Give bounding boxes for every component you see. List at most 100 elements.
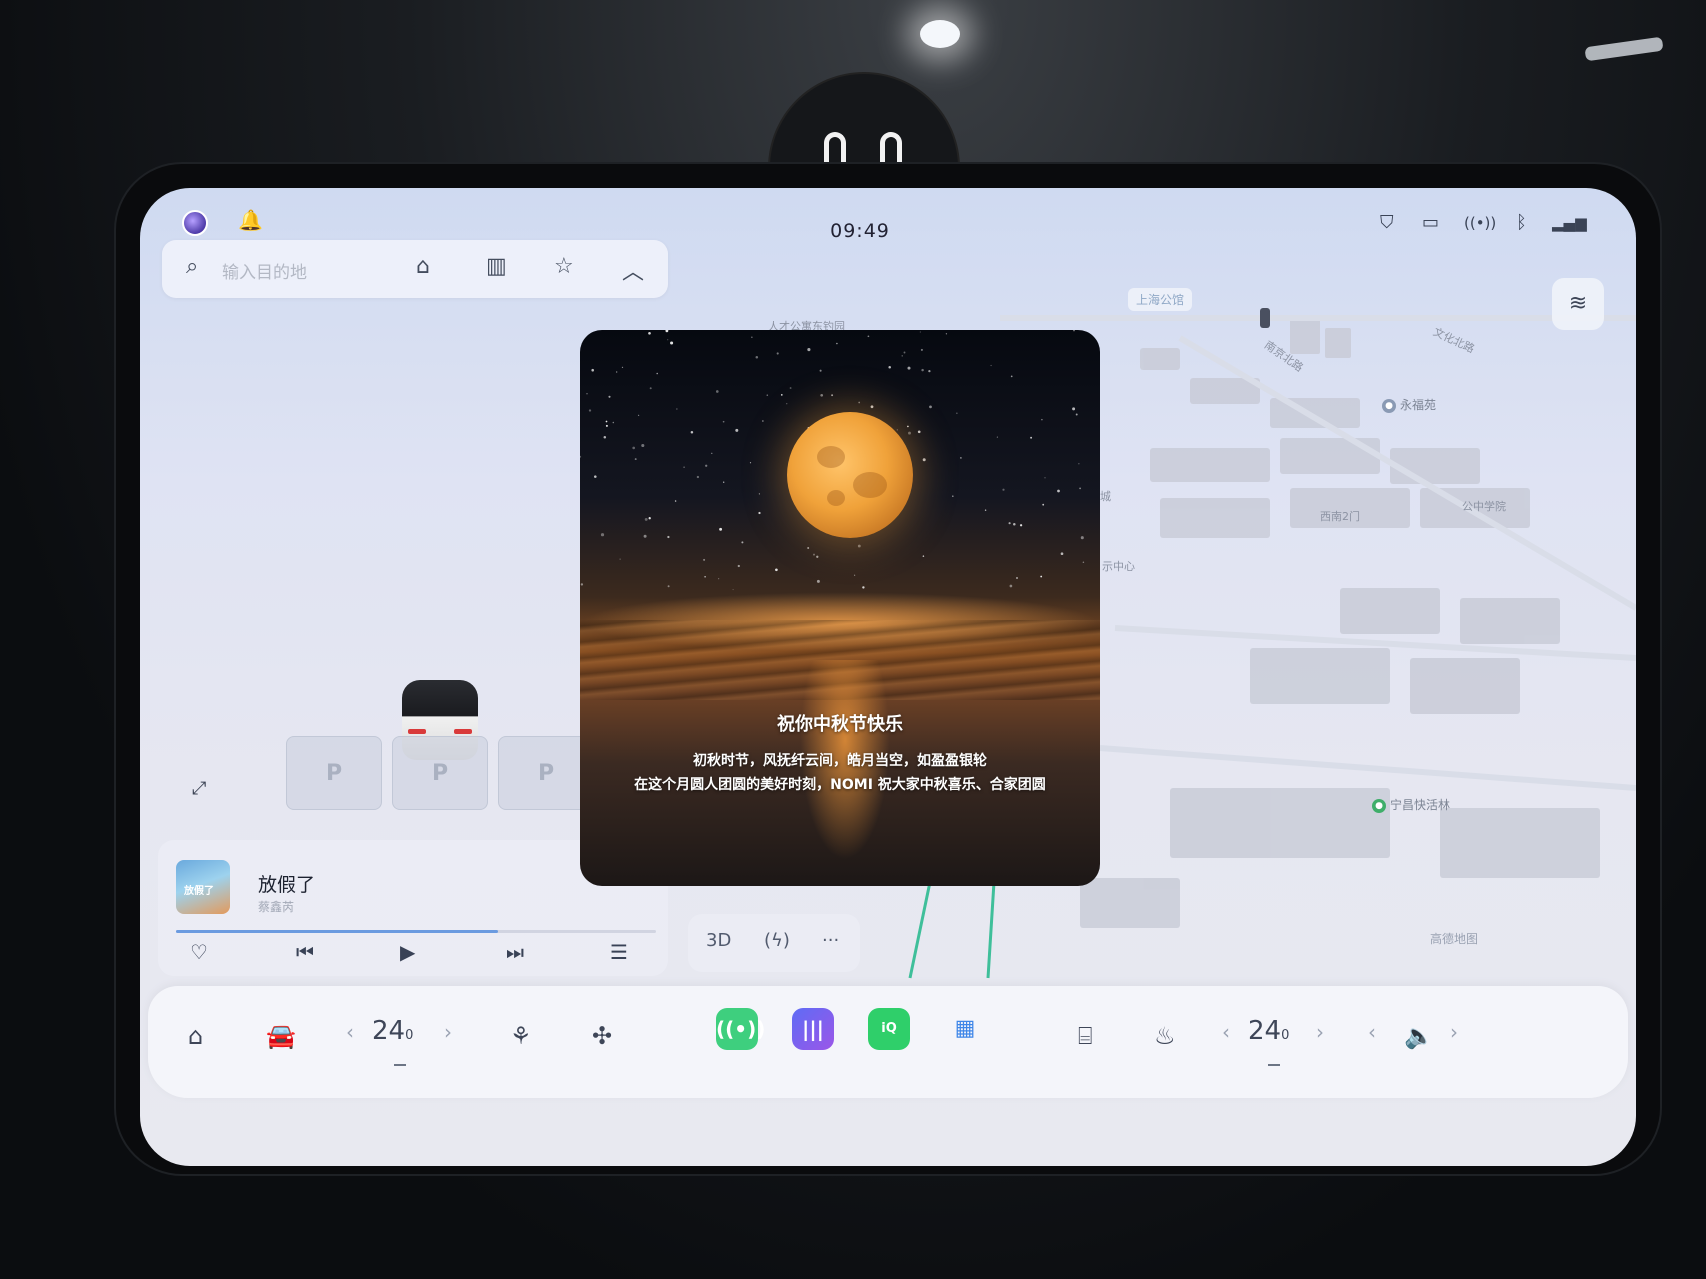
play-icon[interactable]: ▶	[400, 940, 415, 964]
star	[665, 330, 669, 333]
star	[1075, 413, 1078, 416]
star	[1030, 436, 1033, 439]
star	[632, 446, 636, 450]
screen-cast-icon[interactable]: ▭	[1422, 212, 1439, 233]
driver-temp[interactable]: 240	[372, 1016, 413, 1046]
star	[1002, 488, 1005, 491]
passenger-temp-down-button[interactable]: ‹	[1222, 1020, 1230, 1044]
star	[644, 517, 648, 521]
star	[749, 462, 752, 464]
radio-app-icon[interactable]: ((•))	[716, 1008, 765, 1050]
status-bar: 🔔 09:49 ⛉ ▭ ((•)) ᛒ ▂▄▆	[140, 188, 1636, 246]
charging-station-icon[interactable]: (ϟ)	[764, 930, 790, 951]
home-icon[interactable]: ⌂	[416, 254, 430, 279]
parking-slot[interactable]: P	[286, 736, 382, 810]
voice-assistant-icon[interactable]: |||	[792, 1008, 834, 1050]
more-icon[interactable]: ···	[822, 930, 839, 951]
expand-icon[interactable]: ⤢	[192, 778, 206, 799]
star	[1073, 330, 1075, 332]
star	[1010, 375, 1013, 378]
greeting-line: 在这个月圆人团圆的美好时刻，NOMI 祝大家中秋喜乐、合家团圆	[634, 777, 1046, 793]
map-quick-actions: 3D (ϟ) ···	[688, 914, 860, 972]
star	[901, 355, 903, 357]
playback-progress-fill	[176, 930, 498, 933]
bluetooth-icon[interactable]: ᛒ	[1516, 212, 1527, 233]
previous-track-icon[interactable]: ⏮	[296, 940, 314, 964]
user-avatar[interactable]	[182, 210, 208, 236]
volume-icon[interactable]: 🔈	[1404, 1022, 1434, 1050]
seat-heating-icon[interactable]: ♨	[1154, 1022, 1176, 1050]
star	[1013, 523, 1016, 526]
volume-up-button[interactable]: ›	[1450, 1020, 1458, 1044]
star	[807, 348, 811, 352]
star	[1009, 584, 1013, 588]
star	[741, 541, 744, 544]
star	[696, 475, 700, 479]
passenger-temp-up-button[interactable]: ›	[1316, 1020, 1324, 1044]
map-brand: 高德地图	[1430, 932, 1479, 946]
fan-icon[interactable]: ✣	[592, 1022, 612, 1050]
map-layers-button[interactable]: ≋	[1552, 278, 1604, 330]
hotspot-icon[interactable]: ((•))	[1464, 214, 1496, 232]
song-title: 放假了	[258, 874, 316, 896]
star	[667, 339, 669, 341]
star	[608, 395, 611, 398]
star	[870, 405, 874, 409]
star	[718, 578, 720, 580]
driver-temp-unit: 0	[405, 1028, 414, 1043]
cellular-signal-icon: ▂▄▆	[1552, 214, 1587, 232]
star	[789, 387, 792, 389]
ceiling-light	[920, 20, 960, 48]
star	[704, 575, 706, 578]
car-icon[interactable]: 🚘	[266, 1022, 296, 1050]
view-3d-button[interactable]: 3D	[706, 930, 731, 951]
star	[1041, 418, 1043, 421]
mid-autumn-greeting-card[interactable]: 祝你中秋节快乐 初秋时节，风抚纤云间，皓月当空，如盈盈银轮 在这个月圆人团圆的美…	[580, 330, 1100, 886]
driver-temp-up-button[interactable]: ›	[444, 1020, 452, 1044]
favorite-star-icon[interactable]: ☆	[554, 254, 574, 279]
shield-icon[interactable]: ⛉	[1380, 212, 1394, 233]
star	[648, 517, 651, 520]
star	[1080, 536, 1084, 540]
star	[711, 452, 713, 454]
playlist-icon[interactable]: ☰	[610, 940, 628, 964]
playback-progress[interactable]	[176, 930, 656, 933]
star	[1044, 477, 1046, 479]
star	[862, 586, 865, 589]
center-display: 人才公寓东钓园 上海公馆 南京北路 文化北路 ● 永福苑 西南2门 城 示中心 公…	[140, 188, 1636, 1166]
iqiyi-app-icon[interactable]: iQ	[868, 1008, 910, 1050]
star	[600, 533, 605, 537]
star	[594, 475, 597, 478]
defrost-icon[interactable]: ⌸	[1078, 1022, 1092, 1050]
star	[690, 431, 694, 434]
star	[722, 420, 725, 423]
seat-fan-icon[interactable]: ⚘	[510, 1022, 532, 1050]
star	[896, 429, 898, 431]
destination-input[interactable]: 输入目的地	[222, 258, 307, 283]
star	[816, 579, 820, 583]
star	[1082, 561, 1085, 564]
star	[580, 455, 582, 458]
star	[649, 387, 652, 390]
home-icon[interactable]: ⌂	[188, 1022, 203, 1050]
album-cover[interactable]: 放假了	[176, 860, 230, 914]
next-track-icon[interactable]: ⏭	[506, 940, 524, 964]
chevron-up-icon[interactable]: ︿	[622, 254, 644, 286]
parking-slot[interactable]: P	[392, 736, 488, 810]
notification-bell-icon[interactable]: 🔔	[238, 208, 263, 232]
passenger-temp[interactable]: 240	[1248, 1016, 1289, 1046]
like-heart-icon[interactable]: ♡	[190, 940, 208, 964]
building-icon[interactable]: ▥	[486, 254, 507, 279]
star	[751, 336, 753, 338]
driver-temp-down-button[interactable]: ‹	[346, 1020, 354, 1044]
volume-down-button[interactable]: ‹	[1368, 1020, 1376, 1044]
temp-indicator	[394, 1064, 406, 1066]
star	[758, 511, 761, 515]
star	[907, 425, 909, 428]
map-label: 公中学院	[1462, 500, 1506, 513]
star	[819, 369, 822, 372]
temp-indicator	[1268, 1064, 1280, 1066]
app-launcher-icon[interactable]: ▦	[944, 1008, 986, 1050]
map-poi: ● 永福苑	[1382, 396, 1436, 413]
star	[945, 333, 948, 335]
